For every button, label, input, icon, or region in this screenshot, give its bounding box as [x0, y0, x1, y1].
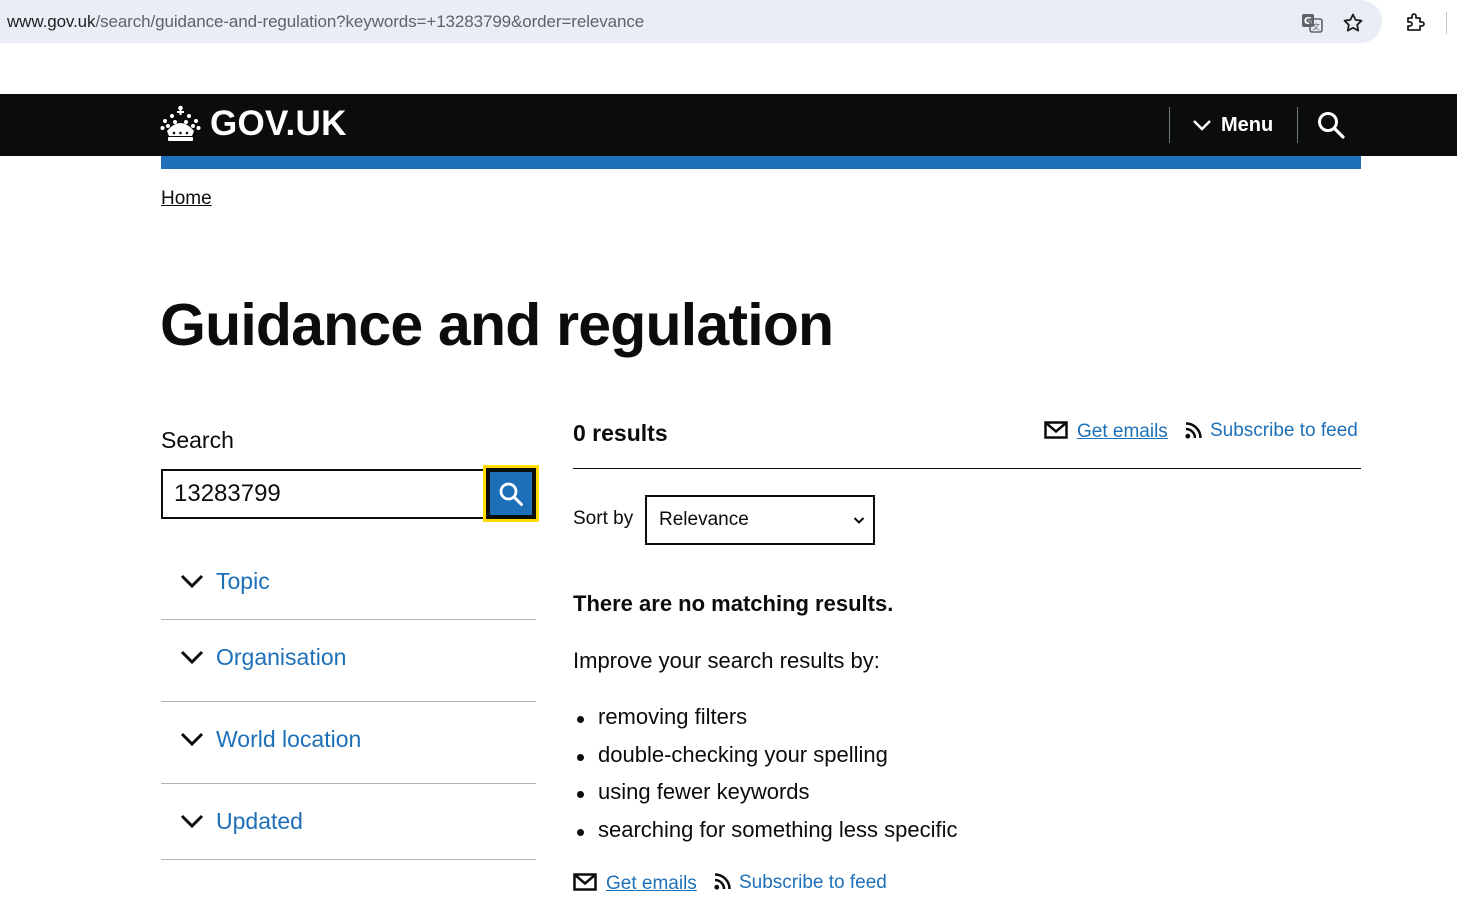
search-icon: [499, 482, 523, 506]
facet-updated[interactable]: Updated: [161, 784, 536, 860]
facet-label: Organisation: [216, 644, 347, 670]
facet-label: Topic: [216, 568, 270, 594]
chevron-down-icon: [180, 732, 204, 747]
search-icon: [1318, 112, 1345, 139]
crown-icon: [160, 105, 201, 141]
envelope-icon: [1044, 421, 1068, 439]
bookmark-star-icon[interactable]: [1341, 11, 1365, 35]
list-item: double-checking your spelling: [573, 742, 958, 780]
rss-feed-icon: [714, 873, 731, 890]
header-blue-rule: [161, 156, 1361, 169]
sort-selected-value: Relevance: [659, 509, 749, 530]
sort-select[interactable]: Relevance: [645, 495, 875, 545]
menu-button[interactable]: Menu: [1192, 110, 1273, 140]
header-search-button[interactable]: [1316, 110, 1346, 140]
svg-text:G: G: [1304, 16, 1312, 27]
chevron-down-icon: [853, 517, 865, 524]
page-title: Guidance and regulation: [160, 292, 834, 358]
svg-text:文: 文: [1312, 22, 1320, 32]
facet-world-location[interactable]: World location: [161, 702, 536, 784]
facet-organisation[interactable]: Organisation: [161, 620, 536, 702]
chevron-down-icon: [1193, 120, 1211, 131]
rss-feed-icon: [1185, 422, 1202, 439]
sort-label: Sort by: [573, 508, 634, 529]
url-text: www.gov.uk/search/guidance-and-regulatio…: [7, 12, 645, 31]
results-count: 0 results: [573, 420, 668, 446]
chevron-down-icon: [180, 650, 204, 665]
header-divider: [1297, 107, 1298, 143]
list-item: searching for something less specific: [573, 817, 958, 855]
subscribe-feed-link-bottom[interactable]: Subscribe to feed: [739, 872, 887, 894]
facet-label: Updated: [216, 808, 303, 834]
chevron-down-icon: [180, 814, 204, 829]
extensions-icon[interactable]: [1404, 10, 1428, 34]
breadcrumb-home-link[interactable]: Home: [161, 188, 212, 210]
get-emails-link[interactable]: Get emails: [1077, 421, 1168, 443]
logo-text: GOV.UK: [210, 104, 347, 143]
search-tips-list: removing filters double-checking your sp…: [573, 704, 958, 854]
envelope-icon: [573, 873, 597, 891]
toolbar-divider: [1446, 12, 1447, 34]
subscribe-feed-link[interactable]: Subscribe to feed: [1210, 420, 1358, 442]
no-results-heading: There are no matching results.: [573, 591, 894, 616]
address-bar[interactable]: www.gov.uk/search/guidance-and-regulatio…: [0, 0, 1382, 43]
facet-topic[interactable]: Topic: [161, 540, 536, 620]
govuk-logo-link[interactable]: GOV.UK: [160, 101, 347, 147]
facet-label: World location: [216, 726, 362, 752]
list-item: using fewer keywords: [573, 779, 958, 817]
list-item: removing filters: [573, 704, 958, 742]
chevron-down-icon: [180, 574, 204, 589]
translate-icon[interactable]: G文: [1300, 11, 1324, 35]
results-divider: [573, 468, 1361, 469]
header-divider: [1169, 107, 1170, 143]
improve-text: Improve your search results by:: [573, 648, 880, 673]
search-submit-button[interactable]: [483, 465, 539, 522]
search-label: Search: [161, 427, 234, 453]
search-input[interactable]: [161, 469, 486, 519]
menu-label: Menu: [1221, 113, 1274, 136]
get-emails-link-bottom[interactable]: Get emails: [606, 873, 697, 895]
